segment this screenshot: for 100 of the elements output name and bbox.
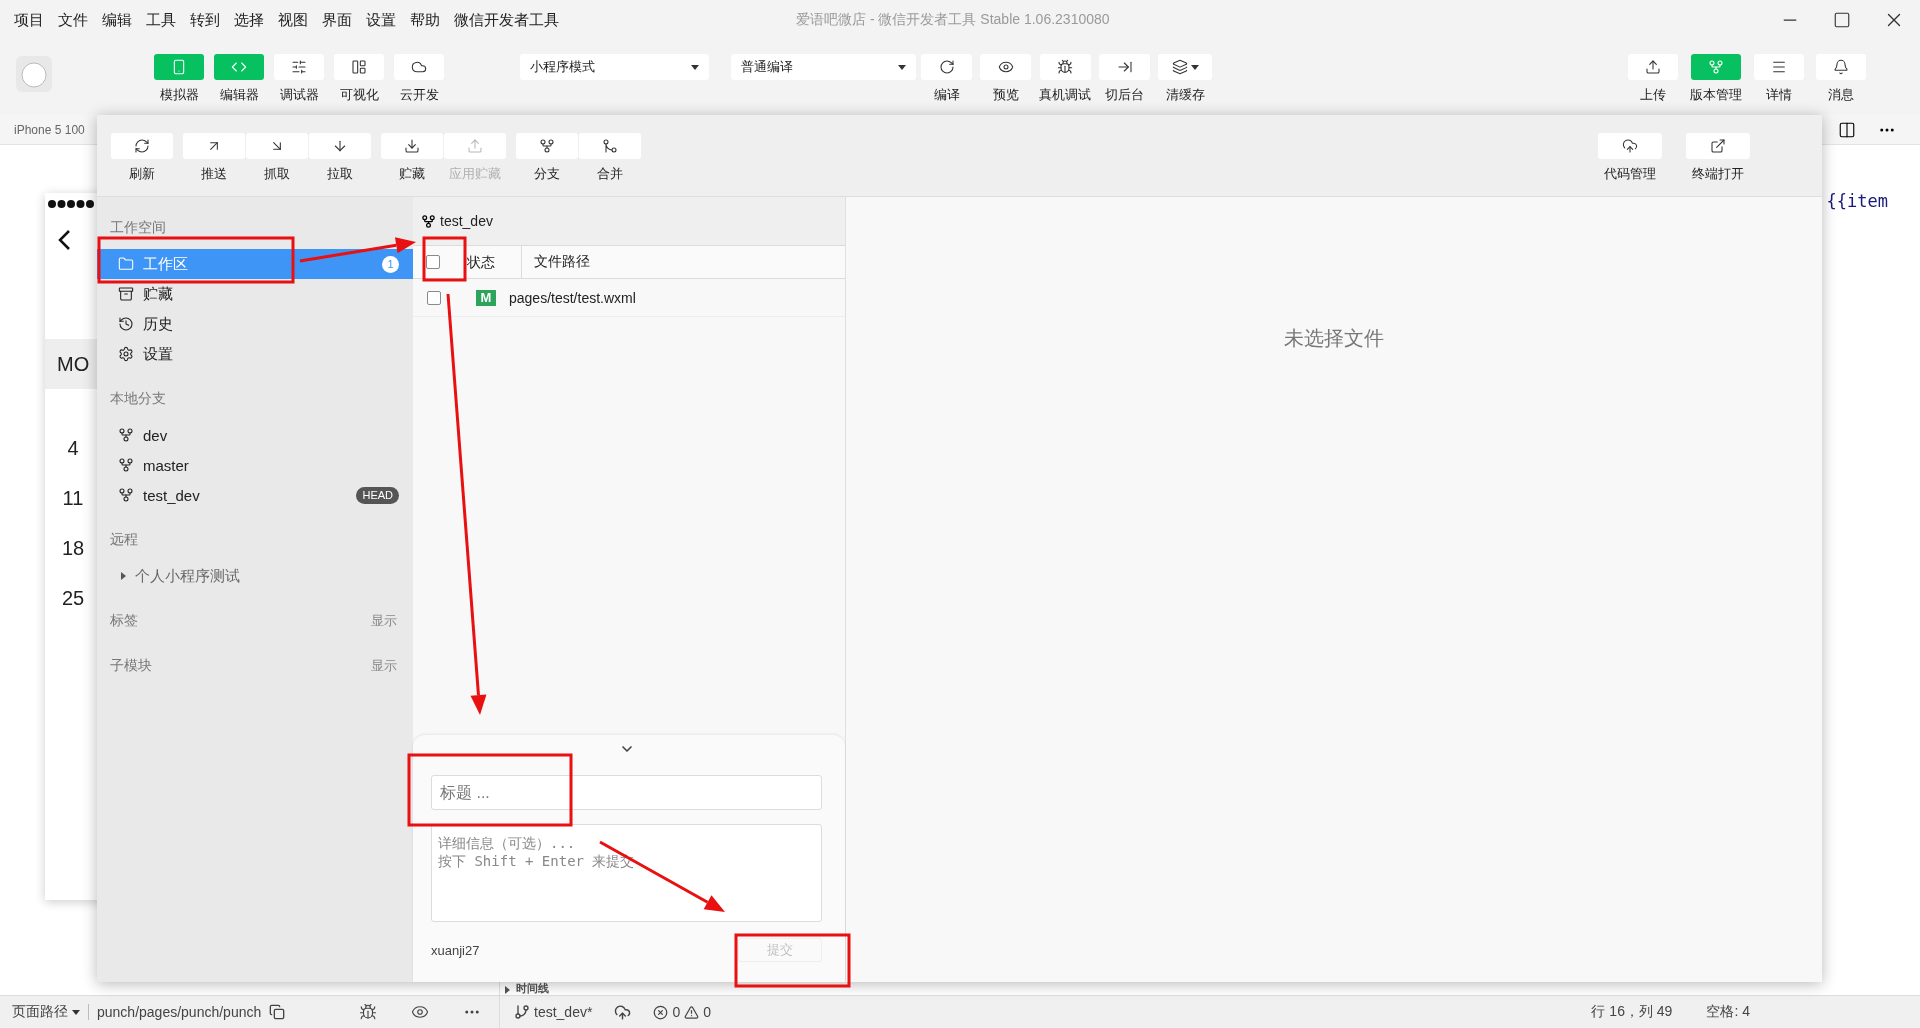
maximize-icon[interactable]: [1833, 11, 1851, 29]
menu-item[interactable]: 工具: [146, 10, 176, 30]
menu-item[interactable]: 文件: [58, 10, 88, 30]
empty-message: 未选择文件: [1284, 326, 1384, 351]
refresh-icon: [134, 138, 150, 154]
author-name: xuanji27: [431, 942, 480, 958]
toolbar-button[interactable]: [1816, 54, 1866, 80]
caret-icon: [121, 572, 126, 580]
cloud-icon: [411, 59, 427, 75]
branch-name: test_dev: [440, 213, 493, 229]
toolbar-label: 推送: [201, 165, 227, 183]
sliders-icon: [291, 59, 307, 75]
code-line: {{item: [1826, 191, 1888, 213]
menu-item[interactable]: 项目: [14, 10, 44, 30]
toolbar-label: 清缓存: [1165, 86, 1205, 104]
calendar-header: MO: [57, 352, 90, 376]
file-path[interactable]: pages/test/test.wxml: [509, 289, 636, 306]
checkbox[interactable]: [427, 290, 441, 305]
commit-title-field[interactable]: 标题 ...: [431, 775, 822, 810]
cloud-upload-icon[interactable]: [614, 1003, 632, 1021]
timeline-header[interactable]: 时间线: [516, 982, 549, 994]
split-icon[interactable]: [1838, 120, 1856, 139]
sidebar-item[interactable]: 贮藏: [97, 279, 413, 309]
folder-icon: [118, 256, 134, 272]
external-link-icon: [1710, 138, 1726, 154]
toolbar-button[interactable]: [980, 54, 1031, 80]
head-badge: HEAD: [356, 486, 399, 504]
menu-item[interactable]: 转到: [190, 10, 220, 30]
history-icon: [118, 316, 134, 332]
menu-item[interactable]: 视图: [278, 10, 308, 30]
caret-icon: [898, 64, 906, 70]
download-icon: [404, 138, 420, 154]
indent-setting[interactable]: 空格: 4: [1706, 1003, 1750, 1021]
merge-icon: [602, 138, 618, 154]
upload-icon: [467, 138, 483, 154]
sidebar-item[interactable]: 设置: [97, 339, 413, 369]
section-title: 工作空间: [110, 219, 166, 237]
toolbar-label: 贮藏: [399, 165, 425, 183]
eye-icon[interactable]: [411, 1003, 429, 1021]
page-path: punch/pages/punch/punch: [97, 1004, 262, 1020]
remote-item[interactable]: 个人小程序测试: [97, 561, 413, 591]
sidebar-item[interactable]: master: [97, 450, 413, 480]
section-title: 本地分支: [110, 390, 166, 408]
menu-item[interactable]: 选择: [234, 10, 264, 30]
menu-item[interactable]: 帮助: [410, 10, 440, 30]
compile-select[interactable]: 普通编译: [731, 54, 916, 80]
mode-select[interactable]: 小程序模式: [520, 54, 709, 80]
menu-item[interactable]: 界面: [322, 10, 352, 30]
upload-icon: [1645, 59, 1661, 75]
device-label[interactable]: iPhone 5 100: [14, 122, 85, 137]
eye-icon: [997, 59, 1014, 75]
sidebar-item[interactable]: test_dev HEAD: [97, 480, 413, 510]
settings-icon: [118, 346, 134, 362]
toolbar-label: 真机调试: [1039, 86, 1091, 104]
toolbar-label: 抓取: [264, 165, 290, 183]
back-icon[interactable]: [57, 229, 71, 251]
cursor-position[interactable]: 行 16，列 49: [1591, 1003, 1673, 1021]
menu-item[interactable]: 设置: [366, 10, 396, 30]
checkbox[interactable]: [426, 255, 440, 269]
toolbar-button[interactable]: [516, 133, 578, 159]
branch-icon: [1708, 59, 1724, 75]
toolbar-button[interactable]: [921, 54, 972, 80]
calendar-day[interactable]: 4: [58, 437, 88, 460]
sidebar-item[interactable]: dev: [97, 420, 413, 450]
calendar-day[interactable]: 11: [58, 487, 88, 510]
bell-icon: [1833, 59, 1849, 75]
problems-status[interactable]: 0 0: [653, 1004, 711, 1020]
menu-item[interactable]: 编辑: [102, 10, 132, 30]
toolbar-label: 分支: [534, 165, 560, 183]
section-title: 远程: [110, 531, 138, 549]
cloud-upload-icon: [1622, 138, 1638, 154]
toolbar-button[interactable]: [334, 54, 384, 80]
window-title: 爱语吧微店 - 微信开发者工具 Stable 1.06.2310080: [796, 11, 1111, 29]
toolbar-label: 云开发: [399, 86, 439, 104]
toolbar-button[interactable]: [1158, 54, 1212, 80]
bug-icon[interactable]: [359, 1003, 377, 1021]
toolbar-button[interactable]: [1039, 54, 1091, 80]
sidebar-item[interactable]: 历史: [97, 309, 413, 339]
caret-icon: [1190, 64, 1199, 70]
warning-icon: [684, 1004, 700, 1020]
toolbar-label: 版本管理: [1690, 86, 1742, 104]
menu-item[interactable]: 微信开发者工具: [454, 10, 559, 30]
arrow-to-line-icon: [1116, 59, 1133, 75]
branch-icon: [118, 427, 134, 443]
toolbar-label: 刷新: [129, 165, 155, 183]
archive-icon: [118, 286, 134, 302]
copy-icon[interactable]: [269, 1004, 286, 1020]
calendar-day[interactable]: 18: [58, 537, 88, 560]
caret-icon: [691, 64, 699, 70]
branch-icon: [421, 213, 436, 229]
caret-icon: [72, 1009, 80, 1015]
signal-icon: [47, 199, 95, 209]
refresh-icon: [938, 59, 955, 75]
page-path-dropdown[interactable]: 页面路径: [12, 1003, 80, 1021]
toolbar-button[interactable]: [394, 54, 444, 80]
branch-status[interactable]: test_dev*: [514, 1004, 593, 1020]
toolbar-label: 可视化: [339, 86, 379, 104]
branch-icon: [539, 138, 555, 154]
calendar-day[interactable]: 25: [58, 587, 88, 610]
toolbar-label: 上传: [1640, 86, 1666, 104]
